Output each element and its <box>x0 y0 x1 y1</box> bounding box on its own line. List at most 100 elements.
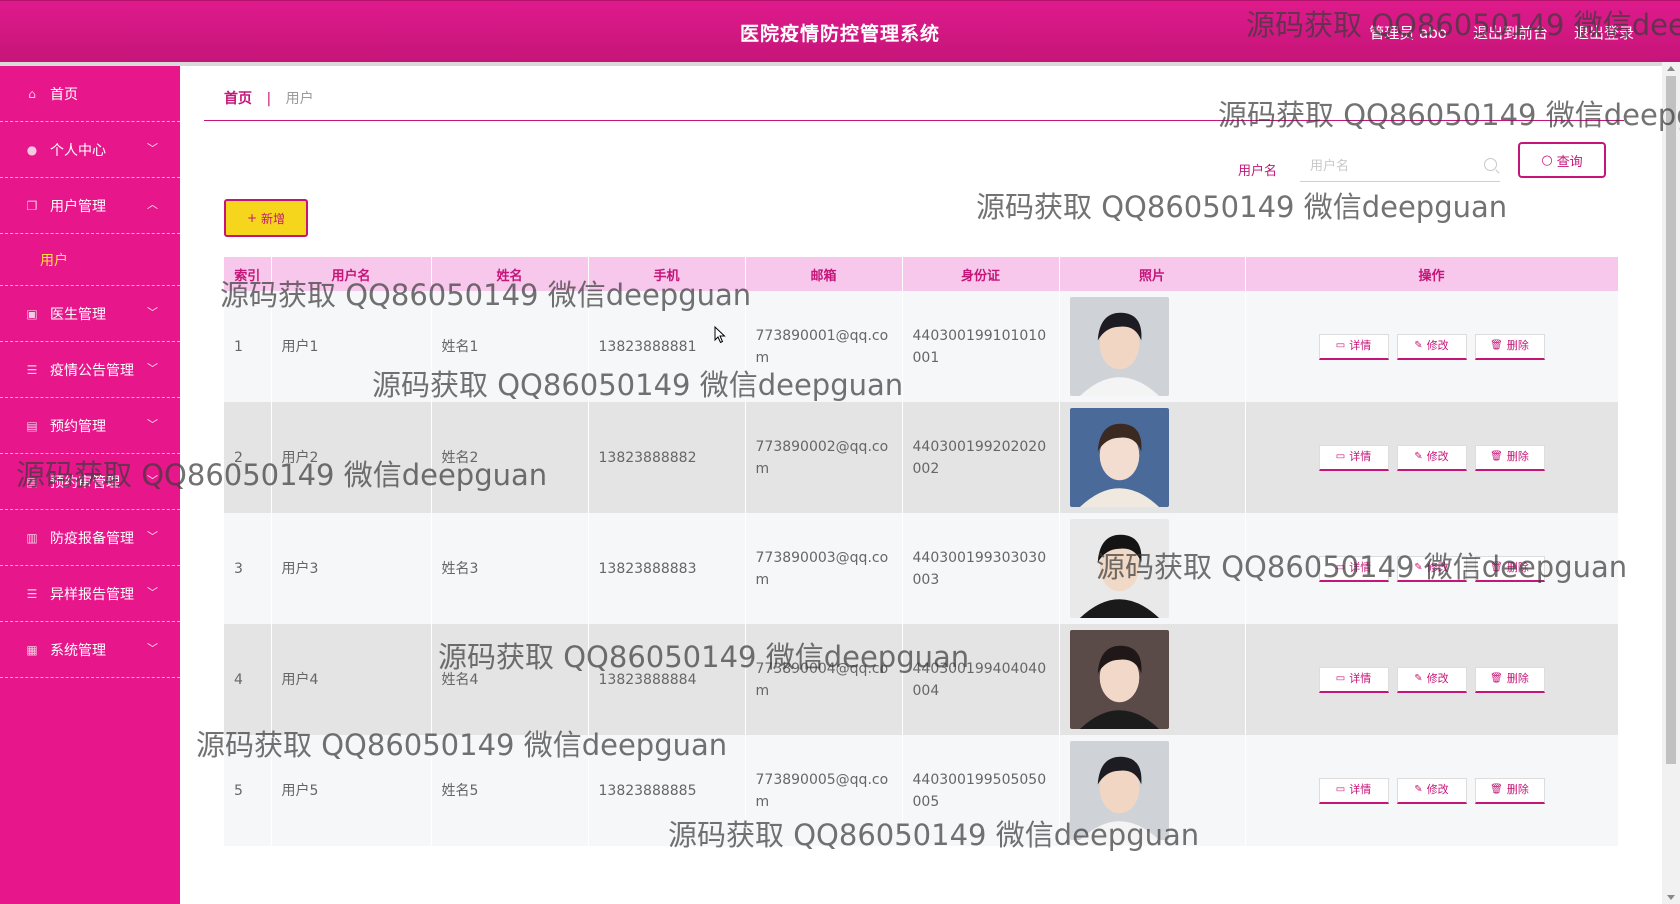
cell-photo <box>1059 513 1246 624</box>
trash-icon: 🗑 <box>1490 451 1503 462</box>
vertical-scrollbar[interactable] <box>1662 62 1680 904</box>
sidebar-item-label: 医生管理 <box>50 306 106 323</box>
report-icon: ▥ <box>26 530 38 545</box>
detail-button[interactable]: ▭ 详情 <box>1318 444 1389 471</box>
user-photo[interactable] <box>1069 297 1169 396</box>
column-header: 索引 <box>224 257 272 291</box>
detail-button[interactable]: ▭ 详情 <box>1318 666 1389 693</box>
cell-email: 773890003@qq.com <box>745 513 903 624</box>
table-row: 5 用户5 姓名5 13823888885 773890005@qq.com 440300… <box>224 735 1619 846</box>
sidebar-item-epidemic-notice[interactable]: ☰ 疫情公告管理 ﹀ <box>0 342 180 398</box>
sidebar-item-appointment-review[interactable]: ▤ 预约审管理 ﹀ <box>0 454 180 510</box>
cell-name: 姓名5 <box>431 735 589 846</box>
query-button[interactable]: ○ 查询 <box>1518 142 1606 178</box>
sidebar-item-doctor-management[interactable]: ▣ 医生管理 ﹀ <box>0 286 180 342</box>
search-icon <box>1484 158 1497 171</box>
settings-icon: ▦ <box>26 642 38 657</box>
detail-button[interactable]: ▭ 详情 <box>1318 555 1389 582</box>
chevron-down-icon: ﹀ <box>147 530 158 543</box>
sidebar-item-appointment[interactable]: ▤ 预约管理 ﹀ <box>0 398 180 454</box>
logout-link[interactable]: 退出登录 <box>1574 22 1634 43</box>
table-row: 2 用户2 姓名2 13823888882 773890002@qq.com 440300… <box>224 402 1619 513</box>
sidebar-item-personal-center[interactable]: ● 个人中心 ﹀ <box>0 122 180 178</box>
scroll-up-arrow-icon[interactable] <box>1667 66 1675 71</box>
edit-button[interactable]: ✎ 修改 <box>1396 555 1467 582</box>
delete-button[interactable]: 🗑 删除 <box>1474 444 1545 471</box>
search-input[interactable] <box>1300 152 1500 182</box>
cell-photo <box>1059 402 1246 513</box>
trash-icon: 🗑 <box>1490 673 1503 684</box>
top-header: 医院疫情防控管理系统 管理员 abo 退出到前台 退出登录 <box>0 0 1680 63</box>
user-photo[interactable] <box>1069 630 1169 729</box>
column-header: 照片 <box>1059 257 1246 291</box>
column-header: 身份证 <box>902 257 1060 291</box>
scroll-thumb[interactable] <box>1666 76 1676 764</box>
sidebar-item-label: 异样报告管理 <box>50 586 134 603</box>
delete-button[interactable]: 🗑 删除 <box>1474 555 1545 582</box>
document-icon: ▭ <box>1335 340 1346 351</box>
cell-username: 用户4 <box>271 624 432 735</box>
delete-button[interactable]: 🗑 删除 <box>1474 777 1545 804</box>
document-icon: ▭ <box>1335 562 1346 573</box>
edit-button[interactable]: ✎ 修改 <box>1396 777 1467 804</box>
chevron-down-icon: ﹀ <box>147 586 158 599</box>
table-header-row: 索引 用户名 姓名 手机 邮箱 身份证 照片 操作 <box>224 257 1619 291</box>
pencil-icon: ✎ <box>1414 673 1423 684</box>
pencil-icon: ✎ <box>1414 784 1423 795</box>
user-table: 索引 用户名 姓名 手机 邮箱 身份证 照片 操作 1 用户1 姓名1 1382388… <box>224 257 1619 846</box>
plus-icon: + <box>246 211 258 225</box>
user-photo[interactable] <box>1069 741 1169 840</box>
cell-actions: ▭ 详情 ✎ 修改 🗑 删除 <box>1245 513 1619 624</box>
breadcrumb-current: 用户 <box>285 91 314 107</box>
chevron-down-icon: ﹀ <box>147 642 158 655</box>
sidebar-item-label: 个人中心 <box>50 142 106 159</box>
sidebar-item-abnormal-report[interactable]: ☰ 异样报告管理 ﹀ <box>0 566 180 622</box>
search-icon: ○ <box>1541 152 1553 168</box>
cell-actions: ▭ 详情 ✎ 修改 🗑 删除 <box>1245 624 1619 735</box>
chevron-down-icon: ﹀ <box>147 306 158 319</box>
search-label: 用户名 <box>1238 164 1278 179</box>
cell-username: 用户2 <box>271 402 432 513</box>
user-photo[interactable] <box>1069 519 1169 618</box>
scroll-down-arrow-icon[interactable] <box>1667 895 1675 900</box>
cell-idcard: 440300199202020002 <box>902 402 1060 513</box>
cell-name: 姓名1 <box>431 291 589 402</box>
chevron-up-icon: ︿ <box>147 198 158 211</box>
edit-button[interactable]: ✎ 修改 <box>1396 666 1467 693</box>
edit-button[interactable]: ✎ 修改 <box>1396 444 1467 471</box>
sidebar-item-system-management[interactable]: ▦ 系统管理 ﹀ <box>0 622 180 678</box>
document-icon: ▭ <box>1335 673 1346 684</box>
home-icon: ⌂ <box>28 86 36 101</box>
trash-icon: 🗑 <box>1490 340 1503 351</box>
user-icon: ● <box>26 142 38 157</box>
breadcrumb-divider <box>204 120 1624 121</box>
query-button-label: 查询 <box>1556 154 1583 170</box>
delete-button[interactable]: 🗑 删除 <box>1474 333 1545 360</box>
sidebar-subitem-user[interactable]: 用户 <box>0 234 180 286</box>
cell-email: 773890004@qq.com <box>745 624 903 735</box>
sidebar-item-user-management[interactable]: ❐ 用户管理 ︿ <box>0 178 180 234</box>
breadcrumb: 首页 | 用户 <box>224 88 314 108</box>
document-icon: ▭ <box>1335 451 1346 462</box>
edit-button[interactable]: ✎ 修改 <box>1396 333 1467 360</box>
list-icon: ☰ <box>26 586 38 601</box>
breadcrumb-home[interactable]: 首页 <box>224 91 252 107</box>
cell-idcard: 440300199505050005 <box>902 735 1060 846</box>
exit-to-front-link[interactable]: 退出到前台 <box>1473 22 1548 43</box>
cell-phone: 13823888885 <box>588 735 746 846</box>
sidebar-item-prevention-report[interactable]: ▥ 防疫报备管理 ﹀ <box>0 510 180 566</box>
add-button[interactable]: + 新增 <box>224 199 308 237</box>
list-icon: ☰ <box>26 362 38 377</box>
sidebar-item-label: 防疫报备管理 <box>50 530 134 547</box>
sidebar-item-label: 预约审管理 <box>50 474 120 491</box>
sidebar-item-home[interactable]: ⌂ 首页 <box>0 66 180 122</box>
detail-button[interactable]: ▭ 详情 <box>1318 777 1389 804</box>
cell-username: 用户5 <box>271 735 432 846</box>
sidebar-item-label: 疫情公告管理 <box>50 362 134 379</box>
delete-button[interactable]: 🗑 删除 <box>1474 666 1545 693</box>
pencil-icon: ✎ <box>1414 562 1423 573</box>
chevron-down-icon: ﹀ <box>147 362 158 375</box>
user-photo[interactable] <box>1069 408 1169 507</box>
pencil-icon: ✎ <box>1414 451 1423 462</box>
detail-button[interactable]: ▭ 详情 <box>1318 333 1389 360</box>
